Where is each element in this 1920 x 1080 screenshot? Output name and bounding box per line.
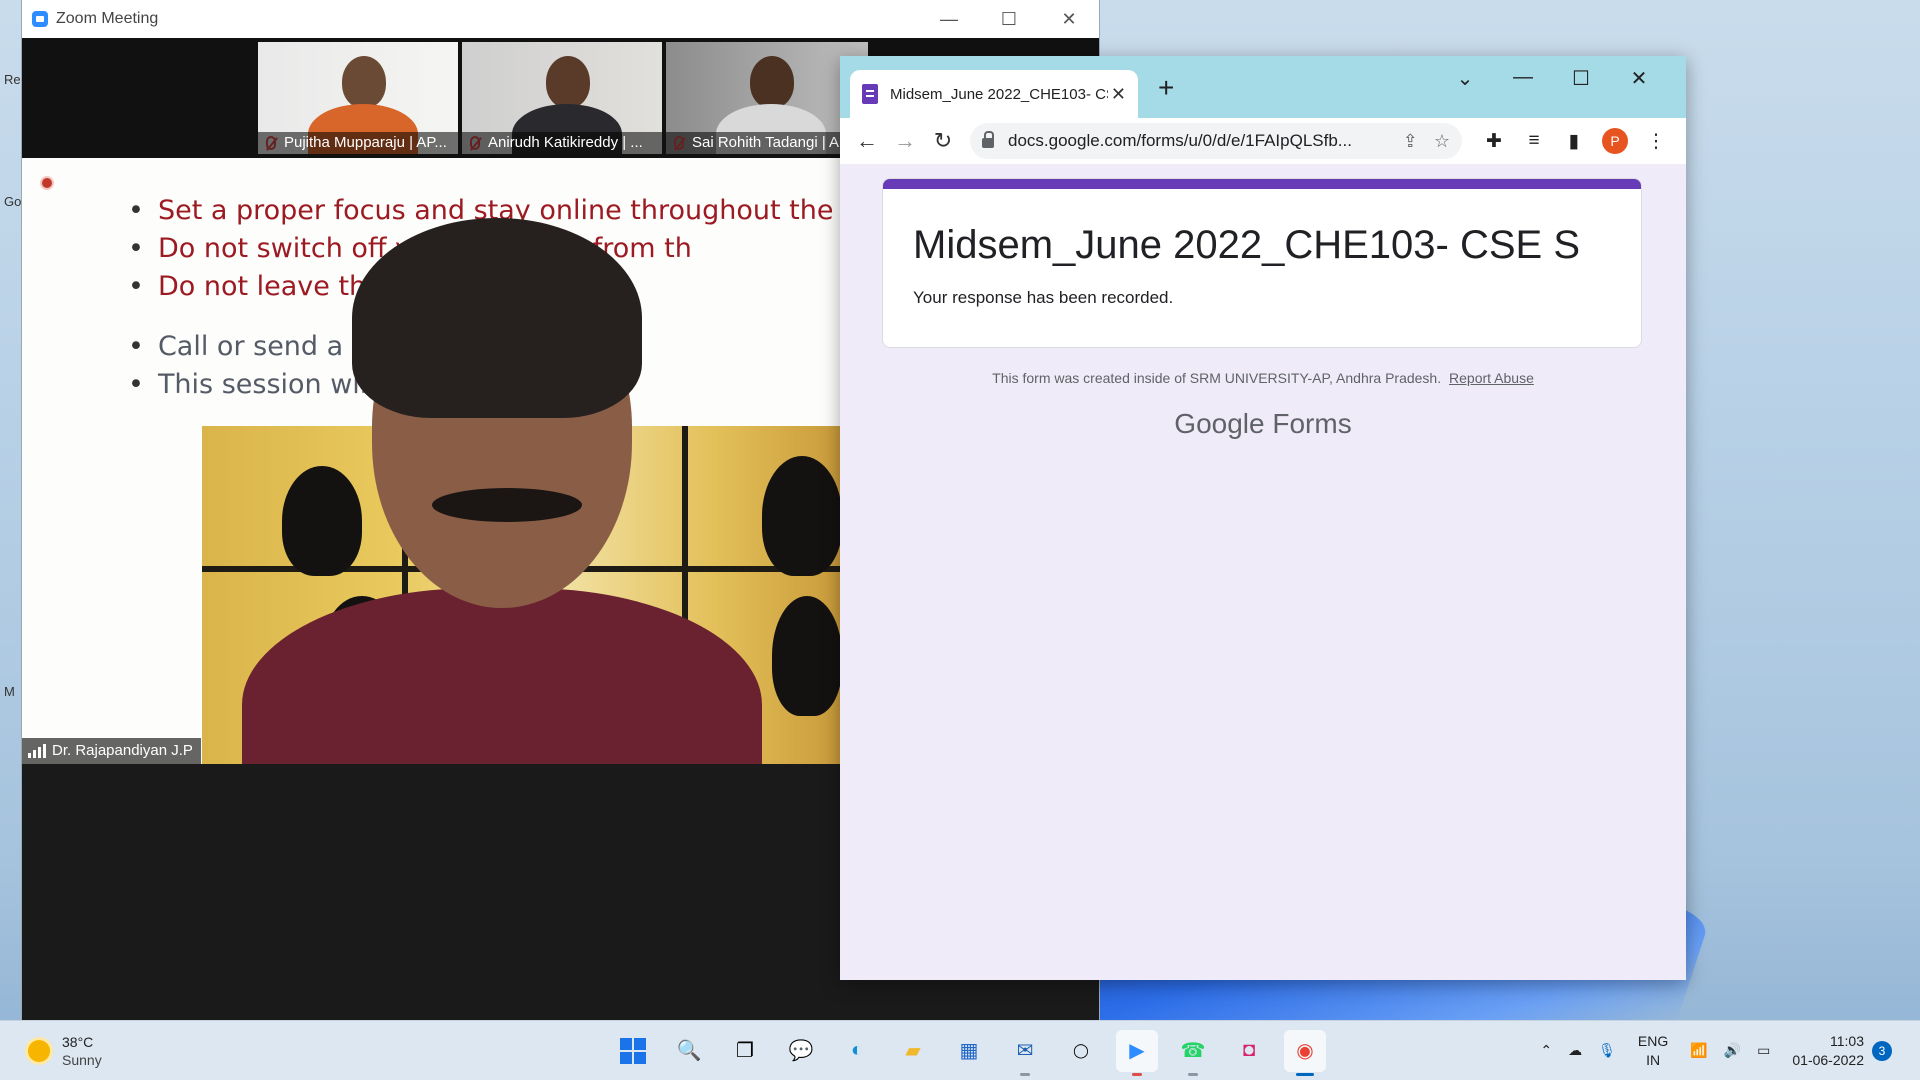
maximize-button[interactable]: ☐ [1552,66,1610,91]
volume-icon[interactable]: 🔊 [1724,1042,1741,1059]
participant-name: Pujitha Mupparaju | AP... [258,132,458,154]
search-icon[interactable]: 🔍 [668,1030,710,1072]
dell-icon[interactable]: ◯ [1060,1030,1102,1072]
whatsapp-icon[interactable]: ☎ [1172,1030,1214,1076]
weather-temp: 38°C [62,1033,94,1050]
menu-kebab-icon[interactable]: ⋮ [1636,130,1676,153]
media-controls-icon[interactable]: ≡ [1514,130,1554,152]
weather-condition: Sunny [62,1051,102,1068]
tab-form[interactable]: Midsem_June 2022_CHE103- CSE S ✕ [850,70,1138,118]
desktop-icons[interactable]: Re Go M [0,60,22,820]
participant-tile[interactable]: Sai Rohith Tadangi | A [666,42,868,154]
zoom-logo-icon [32,11,48,27]
system-tray: ⌃ ☁ 🎙 ENG IN 📶 🔊 ▭ 11:03 01-06-2022 3 [1532,1032,1900,1070]
tab-strip[interactable]: Midsem_June 2022_CHE103- CSE S ✕ + ⌄ — ☐… [840,56,1686,118]
chat-icon[interactable]: 💬 [780,1030,822,1072]
microphone-icon[interactable]: 🎙 [1598,1042,1616,1059]
maximize-button[interactable]: ☐ [979,9,1039,30]
new-tab-button[interactable]: + [1158,72,1174,104]
participant-video [342,56,386,108]
forward-button[interactable]: → [886,128,924,154]
chrome-taskbar-icon[interactable]: ◉ [1284,1029,1326,1076]
share-icon[interactable]: ⇪ [1403,131,1418,152]
taskbar: 38°C Sunny 🔍 ❐ 💬 ◐ ▰ ▦ ✉ ◯ ▶ ☎ ◘ ◉ ⌃ ☁ 🎙… [0,1020,1920,1080]
language-top: ENG [1637,1032,1669,1049]
clock[interactable]: 11:03 01-06-2022 [1792,1032,1864,1070]
browser-toolbar: ← → ↻ docs.google.com/forms/u/0/d/e/1FAI… [840,118,1686,164]
close-button[interactable]: ✕ [1039,9,1099,30]
google-forms-icon [862,84,878,104]
extensions-icon[interactable]: ✚ [1474,130,1514,153]
clock-time: 11:03 [1830,1032,1864,1049]
wifi-icon[interactable]: 📶 [1690,1042,1707,1059]
report-abuse-link[interactable]: Report Abuse [1449,370,1534,386]
form-page: Midsem_June 2022_CHE103- CSE S Your resp… [840,164,1686,980]
tab-title: Midsem_June 2022_CHE103- CSE S [890,85,1108,103]
zoom-window-title: Zoom Meeting [56,10,159,27]
recording-icon [40,176,54,190]
tab-close-button[interactable]: ✕ [1111,84,1126,105]
logo-forms: Forms [1272,408,1352,439]
back-button[interactable]: ← [848,128,886,154]
minimize-button[interactable]: — [919,9,979,30]
form-footer: This form was created inside of SRM UNIV… [840,370,1686,386]
speaker-name-label: Dr. Rajapandiyan J.P [22,738,201,764]
logo-google: Google [1174,408,1265,439]
url-text[interactable]: docs.google.com/forms/u/0/d/e/1FAIpQLSfb… [1008,131,1387,151]
battery-icon[interactable]: ▭ [1757,1042,1770,1059]
minimize-button[interactable]: — [1494,66,1552,89]
language-indicator[interactable]: ENG IN [1638,1032,1668,1070]
bookmark-star-icon[interactable]: ☆ [1434,131,1450,152]
presenter-video [242,198,762,764]
signal-strength-icon [28,744,46,758]
notification-badge[interactable]: 3 [1872,1040,1892,1061]
reload-button[interactable]: ↻ [924,128,962,154]
clock-date: 01-06-2022 [1792,1051,1864,1068]
mail-icon[interactable]: ✉ [1004,1030,1046,1076]
close-button[interactable]: ✕ [1610,66,1668,91]
side-panel-icon[interactable]: ▮ [1554,130,1594,153]
language-bottom: IN [1646,1051,1661,1068]
form-title: Midsem_June 2022_CHE103- CSE S [913,223,1581,267]
desktop-label[interactable]: Go [4,194,21,209]
store-icon[interactable]: ▦ [948,1030,990,1072]
active-speaker-view[interactable]: Set a proper focus and stay online throu… [22,158,840,764]
tab-search-button[interactable]: ⌄ [1436,66,1494,91]
form-confirmation-card: Midsem_June 2022_CHE103- CSE S Your resp… [882,178,1642,348]
google-forms-logo[interactable]: Google Forms [840,408,1686,440]
participant-tile[interactable]: Pujitha Mupparaju | AP... [258,42,458,154]
profile-avatar[interactable]: P [1602,128,1628,154]
zoom-taskbar-icon[interactable]: ▶ [1116,1029,1158,1076]
chevron-up-icon[interactable]: ⌃ [1540,1042,1552,1059]
participant-tile[interactable]: Anirudh Katikireddy | ... [462,42,662,154]
confirmation-message: Your response has been recorded. [913,288,1174,307]
sun-icon [28,1039,50,1062]
start-button[interactable] [612,1030,654,1072]
edge-icon[interactable]: ◐ [836,1030,878,1072]
speaker-name: Dr. Rajapandiyan J.P [52,742,193,759]
footer-text: This form was created inside of SRM UNIV… [992,370,1442,386]
chrome-window: Midsem_June 2022_CHE103- CSE S ✕ + ⌄ — ☐… [840,56,1686,980]
taskbar-apps: 🔍 ❐ 💬 ◐ ▰ ▦ ✉ ◯ ▶ ☎ ◘ ◉ [612,1029,1326,1076]
participant-name: Anirudh Katikireddy | ... [462,132,662,154]
desktop-label[interactable]: M [4,684,15,699]
participant-name: Sai Rohith Tadangi | A [666,132,868,154]
participant-video [546,56,590,108]
instagram-icon[interactable]: ◘ [1228,1030,1270,1072]
task-view-icon[interactable]: ❐ [724,1030,766,1072]
lock-icon[interactable] [982,131,994,148]
participant-video [750,56,794,108]
onedrive-cloud-icon[interactable]: ☁ [1568,1042,1582,1059]
file-explorer-icon[interactable]: ▰ [892,1030,934,1072]
desktop-label[interactable]: Re [4,72,21,87]
form-accent-bar [883,179,1641,189]
weather-widget[interactable]: 38°C Sunny [28,1033,102,1069]
zoom-titlebar[interactable]: Zoom Meeting — ☐ ✕ [22,0,1099,38]
address-bar[interactable]: docs.google.com/forms/u/0/d/e/1FAIpQLSfb… [970,123,1462,159]
